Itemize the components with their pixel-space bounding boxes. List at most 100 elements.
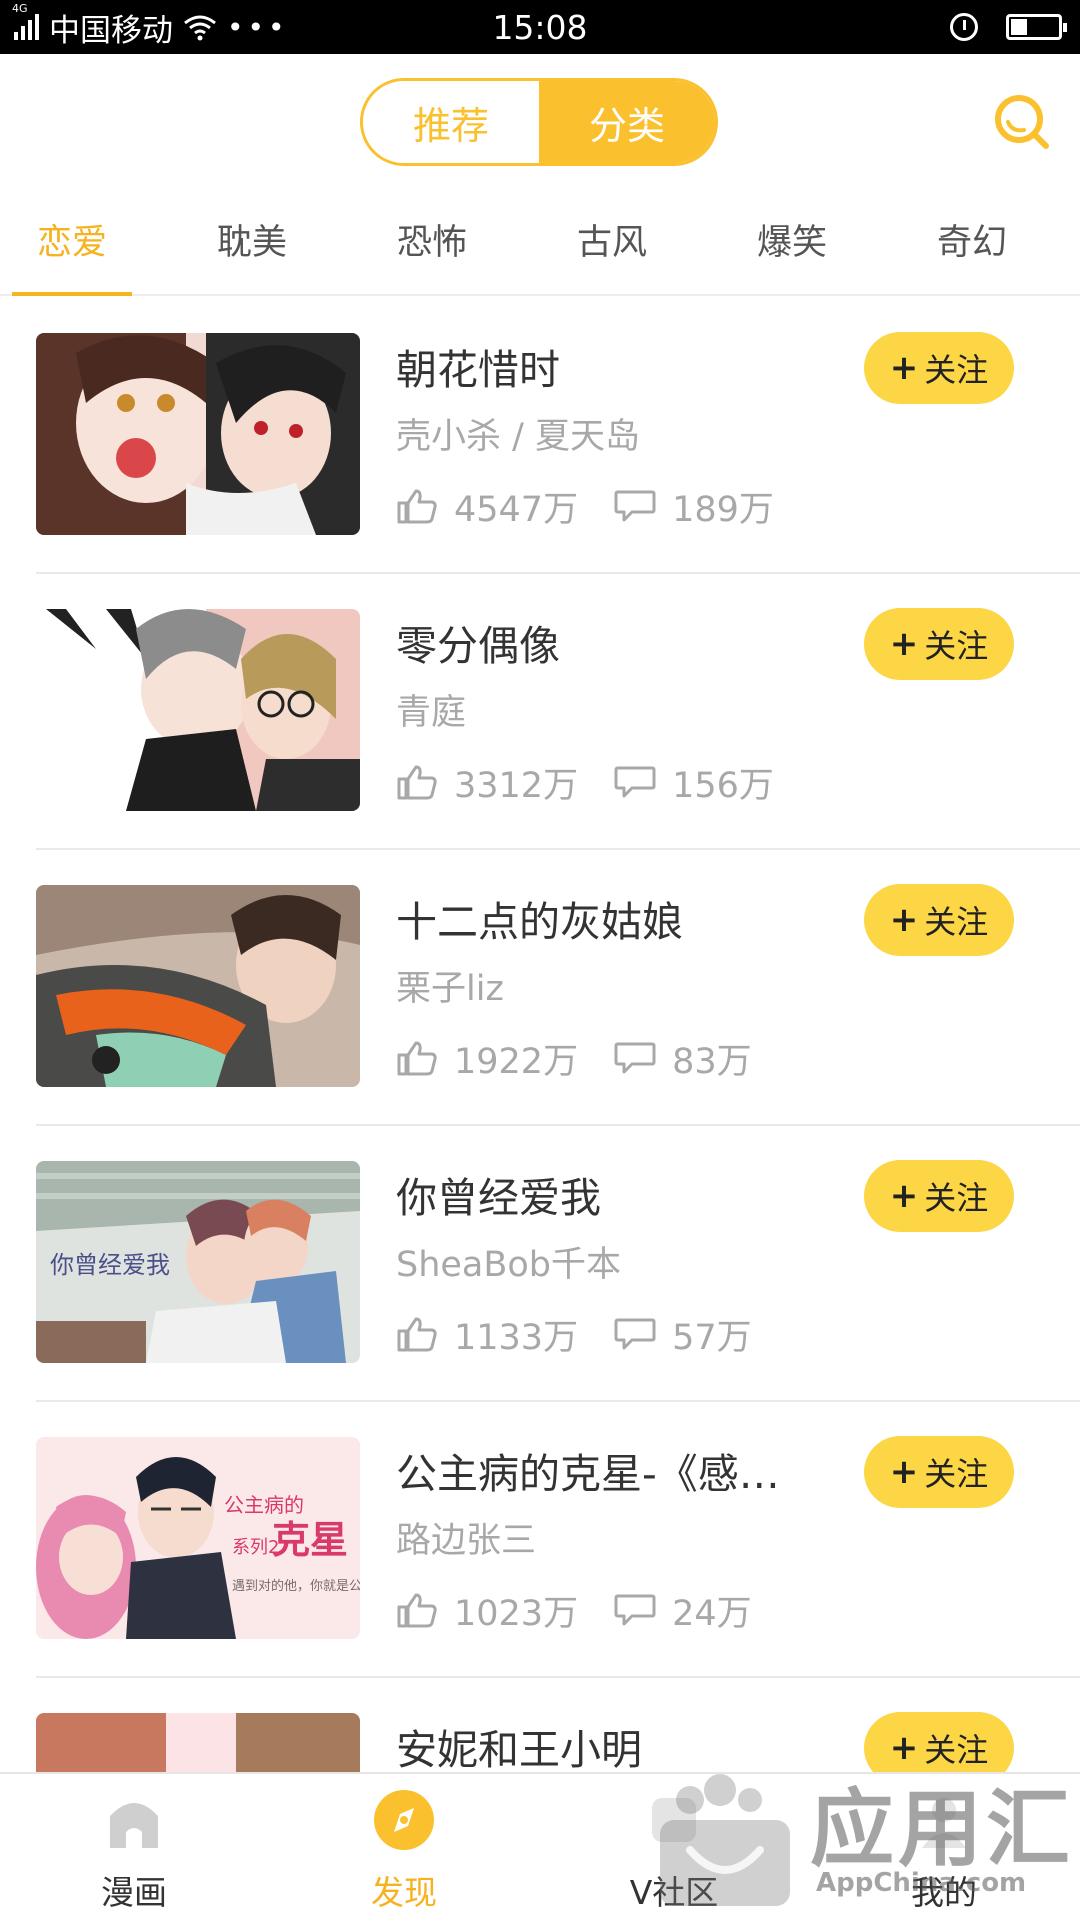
comic-stats: 1922万 83万 bbox=[396, 1036, 752, 1082]
cover-title-text: 克星 bbox=[272, 1518, 349, 1562]
comment-stat: 189万 bbox=[614, 481, 774, 532]
search-icon[interactable] bbox=[992, 92, 1052, 152]
comic-title[interactable]: 十二点的灰姑娘 bbox=[396, 888, 826, 948]
follow-label: 关注 bbox=[924, 903, 989, 941]
like-stat: 3312万 bbox=[396, 757, 578, 808]
category-tab-horror[interactable]: 恐怖 bbox=[362, 214, 502, 265]
cover-tagline-text: 遇到对的他，你就是公主 bbox=[232, 1579, 360, 1594]
comic-list-item[interactable]: 你曾经爱我 你曾经爱我 SheaBob千本 1133万 57万 + 关注 bbox=[0, 1126, 1080, 1402]
comic-cover[interactable] bbox=[36, 609, 360, 811]
comic-list-item[interactable]: 安妮和王小明 + 关注 bbox=[0, 1678, 1080, 1772]
comic-author: SheaBob千本 bbox=[396, 1245, 622, 1285]
tab-recommend[interactable]: 推荐 bbox=[363, 81, 539, 163]
like-stat: 1922万 bbox=[396, 1033, 578, 1084]
alarm-icon bbox=[950, 13, 978, 41]
nav-community[interactable]: V社区 bbox=[584, 1788, 764, 1914]
status-right bbox=[950, 8, 1067, 46]
category-tab-bl[interactable]: 耽美 bbox=[182, 214, 322, 265]
follow-label: 关注 bbox=[924, 1179, 989, 1217]
nav-comics[interactable]: 漫画 bbox=[44, 1788, 224, 1914]
community-icon bbox=[652, 1798, 696, 1842]
follow-label: 关注 bbox=[924, 351, 989, 389]
follow-button[interactable]: + 关注 bbox=[864, 608, 1014, 680]
comic-title[interactable]: 零分偶像 bbox=[396, 612, 826, 672]
clock: 15:08 bbox=[492, 8, 588, 47]
nav-label: 发现 bbox=[371, 1873, 437, 1912]
bottom-nav: 漫画 发现 V社区 我的 bbox=[0, 1772, 1080, 1920]
comic-author: 壳小杀 / 夏天岛 bbox=[396, 417, 641, 457]
like-stat: 1023万 bbox=[396, 1585, 578, 1636]
plus-icon: + bbox=[889, 1176, 919, 1216]
follow-button[interactable]: + 关注 bbox=[864, 1436, 1014, 1508]
comment-count: 156万 bbox=[672, 765, 774, 806]
nav-label: V社区 bbox=[629, 1873, 719, 1912]
tab-category[interactable]: 分类 bbox=[539, 81, 715, 163]
comic-author: 栗子liz bbox=[396, 969, 504, 1009]
comic-cover[interactable] bbox=[36, 885, 360, 1087]
follow-label: 关注 bbox=[924, 627, 989, 665]
like-count: 1133万 bbox=[454, 1317, 579, 1358]
plus-icon: + bbox=[889, 1728, 919, 1768]
thumbs-up-icon bbox=[397, 1041, 437, 1076]
thumbs-up-icon bbox=[397, 489, 437, 524]
comment-stat: 83万 bbox=[614, 1033, 752, 1084]
like-count: 1023万 bbox=[454, 1593, 579, 1634]
comment-count: 57万 bbox=[672, 1317, 752, 1358]
category-tab-romance[interactable]: 恋爱 bbox=[2, 214, 142, 265]
comment-count: 83万 bbox=[672, 1041, 752, 1082]
mode-switch: 推荐 分类 bbox=[360, 78, 718, 166]
follow-button[interactable]: + 关注 bbox=[864, 1160, 1014, 1232]
comic-cover[interactable]: 你曾经爱我 bbox=[36, 1161, 360, 1363]
comment-stat: 57万 bbox=[614, 1309, 752, 1360]
top-header: 推荐 分类 bbox=[0, 54, 1080, 184]
thumbs-up-icon bbox=[397, 1593, 437, 1628]
comic-title[interactable]: 公主病的克星-《感… bbox=[396, 1440, 826, 1500]
comment-stat: 24万 bbox=[614, 1585, 752, 1636]
comic-stats: 3312万 156万 bbox=[396, 760, 774, 806]
thumbs-up-icon bbox=[397, 765, 437, 800]
category-tab-fantasy[interactable]: 奇幻 bbox=[902, 214, 1042, 265]
comic-list[interactable]: 朝花惜时 壳小杀 / 夏天岛 4547万 189万 + 关注 零分偶像 青庭 3… bbox=[0, 298, 1080, 1772]
comment-icon bbox=[614, 490, 656, 522]
plus-icon: + bbox=[889, 900, 919, 940]
plus-icon: + bbox=[889, 624, 919, 664]
comment-count: 189万 bbox=[672, 489, 774, 530]
comic-list-item[interactable]: 十二点的灰姑娘 栗子liz 1922万 83万 + 关注 bbox=[0, 850, 1080, 1126]
comic-list-item[interactable]: 朝花惜时 壳小杀 / 夏天岛 4547万 189万 + 关注 bbox=[0, 298, 1080, 574]
comic-cover[interactable] bbox=[36, 1713, 360, 1772]
category-tab-ancient[interactable]: 古风 bbox=[542, 214, 682, 265]
comment-stat: 156万 bbox=[614, 757, 774, 808]
comic-author: 路边张三 bbox=[396, 1521, 537, 1561]
category-tab-comedy[interactable]: 爆笑 bbox=[722, 214, 862, 265]
plus-icon: + bbox=[889, 348, 919, 388]
follow-button[interactable]: + 关注 bbox=[864, 1712, 1014, 1772]
follow-button[interactable]: + 关注 bbox=[864, 884, 1014, 956]
comment-icon bbox=[614, 1318, 656, 1350]
nav-profile[interactable]: 我的 bbox=[854, 1788, 1034, 1914]
comic-list-item[interactable]: 零分偶像 青庭 3312万 156万 + 关注 bbox=[0, 574, 1080, 850]
comic-stats: 4547万 189万 bbox=[396, 484, 774, 530]
active-tab-indicator bbox=[12, 292, 132, 296]
nav-discover[interactable]: 发现 bbox=[314, 1788, 494, 1914]
comic-stats: 1133万 57万 bbox=[396, 1312, 752, 1358]
like-stat: 1133万 bbox=[396, 1309, 578, 1360]
comic-title[interactable]: 安妮和王小明 bbox=[396, 1716, 826, 1772]
cover-title-text: 你曾经爱我 bbox=[50, 1251, 170, 1279]
comic-title[interactable]: 你曾经爱我 bbox=[396, 1164, 826, 1224]
comment-count: 24万 bbox=[672, 1593, 752, 1634]
like-count: 1922万 bbox=[454, 1041, 579, 1082]
like-count: 4547万 bbox=[454, 489, 579, 530]
battery-icon bbox=[1006, 14, 1067, 40]
comic-list-item[interactable]: 公主病的 克星 系列2 遇到对的他，你就是公主 公主病的克星-《感… 路边张三 … bbox=[0, 1402, 1080, 1678]
comic-cover[interactable] bbox=[36, 333, 360, 535]
follow-button[interactable]: + 关注 bbox=[864, 332, 1014, 404]
status-bar: 4G 中国移动 ••• 15:08 bbox=[0, 0, 1080, 54]
comment-icon bbox=[614, 766, 656, 798]
follow-label: 关注 bbox=[924, 1731, 989, 1769]
comic-cover[interactable]: 公主病的 克星 系列2 遇到对的他，你就是公主 bbox=[36, 1437, 360, 1639]
cover-series-text: 系列2 bbox=[232, 1537, 280, 1558]
category-tabs: 恋爱 耽美 恐怖 古风 爆笑 奇幻 bbox=[0, 184, 1080, 296]
comic-title[interactable]: 朝花惜时 bbox=[396, 336, 826, 396]
plus-icon: + bbox=[889, 1452, 919, 1492]
compass-icon bbox=[374, 1790, 434, 1850]
